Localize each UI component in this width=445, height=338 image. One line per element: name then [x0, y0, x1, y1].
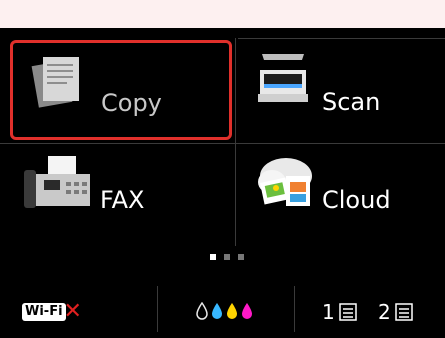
paper-slot-label: 1 — [322, 300, 335, 324]
ink-status-button[interactable] — [196, 302, 253, 320]
fax-machine-icon — [22, 152, 94, 216]
scanner-icon — [256, 48, 310, 116]
separator-center — [235, 38, 236, 246]
wifi-status-button[interactable]: Wi-Fi ✕ — [22, 299, 88, 324]
cloud-label: Cloud — [322, 186, 391, 214]
menu-panel: Copy Scan FAX Cloud Wi-Fi ✕ 1 2 — [0, 28, 445, 338]
status-bar: Wi-Fi ✕ 1 2 — [0, 280, 445, 338]
scan-button[interactable]: Scan — [238, 38, 445, 142]
disconnected-x-icon: ✕ — [63, 299, 82, 324]
ink-drop-icon — [196, 302, 208, 320]
paper-slot-2-button[interactable]: 2 — [378, 300, 413, 324]
copy-icon — [29, 49, 91, 115]
cloud-button[interactable]: Cloud — [238, 146, 445, 246]
paper-tray-icon — [338, 303, 357, 321]
wifi-icon: Wi-Fi — [22, 303, 66, 321]
paper-slot-1-button[interactable]: 1 — [322, 300, 357, 324]
ink-drop-icon — [227, 303, 237, 319]
paper-slot-label: 2 — [378, 300, 391, 324]
page-dot — [224, 254, 230, 260]
page-dot — [238, 254, 244, 260]
page-indicator — [210, 254, 244, 260]
fax-button[interactable]: FAX — [0, 146, 232, 246]
copy-label: Copy — [101, 89, 162, 117]
printer-home-screen: Copy Scan FAX Cloud Wi-Fi ✕ 1 2 — [0, 0, 445, 338]
copy-button[interactable]: Copy — [10, 40, 232, 140]
page-dot — [210, 254, 216, 260]
ink-drop-icon — [212, 303, 222, 319]
fax-label: FAX — [100, 186, 145, 214]
scan-label: Scan — [322, 88, 381, 116]
cloud-icon — [252, 150, 318, 216]
paper-tray-icon — [394, 303, 413, 321]
separator-middle — [0, 143, 445, 144]
ink-drop-icon — [242, 303, 252, 319]
